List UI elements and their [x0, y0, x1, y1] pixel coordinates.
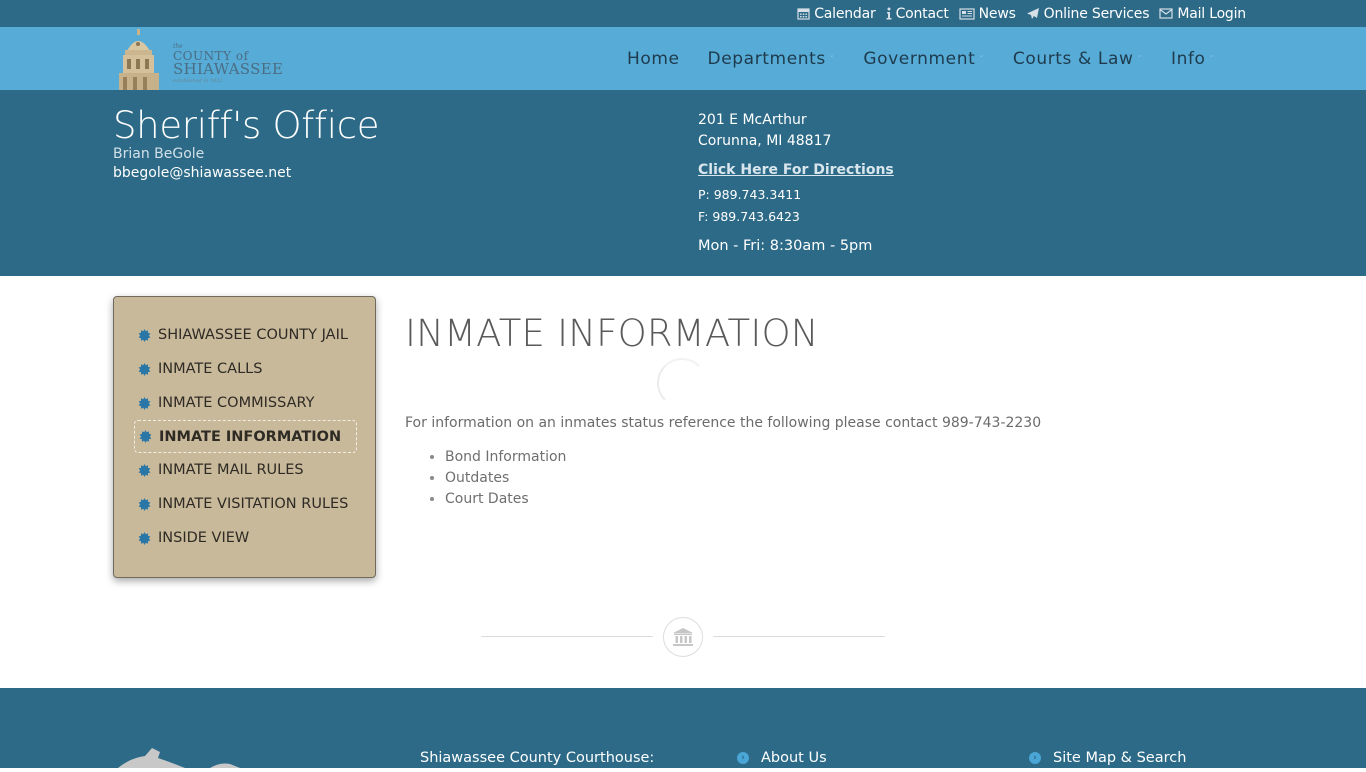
chevron-circle-right-icon: ›: [737, 752, 749, 764]
utility-links: Calendar Contact News Online Services Ma…: [797, 0, 1246, 27]
office-head-name: Brian BeGole: [113, 146, 205, 162]
page-title: INMATE INFORMATION: [405, 312, 819, 355]
utility-link-mail-login[interactable]: Mail Login: [1159, 6, 1246, 22]
utility-link-news[interactable]: News: [959, 6, 1016, 22]
utility-link-label: Online Services: [1043, 5, 1150, 22]
main-navbar: the COUNTY of SHIAWASSEE established in …: [0, 27, 1366, 90]
sidebar-item-label: SHIAWASSEE COUNTY JAIL: [158, 327, 348, 343]
sidebar-item-label: INMATE MAIL RULES: [158, 462, 304, 478]
divider-line-right: [713, 636, 885, 637]
newspaper-icon: [959, 7, 975, 20]
office-hours: Mon - Fri: 8:30am - 5pm: [698, 238, 873, 254]
footer-link-label: Site Map & Search: [1053, 750, 1187, 766]
nav-item-label: Home: [626, 48, 680, 69]
logo-text: the COUNTY of SHIAWASSEE established in …: [173, 44, 283, 84]
list-item: Court Dates: [445, 489, 566, 510]
chevron-down-icon: ⌄: [978, 50, 985, 59]
utility-link-label: Contact: [895, 5, 949, 22]
utility-link-online-services[interactable]: Online Services: [1026, 6, 1150, 22]
utility-bar: Calendar Contact News Online Services Ma…: [0, 0, 1366, 27]
contact-block: 201 E McArthur Corunna, MI 48817 Click H…: [698, 110, 894, 254]
sidebar-item-inmate-information[interactable]: INMATE INFORMATION: [134, 420, 357, 453]
envelope-icon: [1159, 8, 1173, 19]
address-line-2: Corunna, MI 48817: [698, 133, 832, 149]
nav-item-departments[interactable]: Departments ⌄: [694, 49, 850, 69]
chevron-down-icon: ⌄: [1208, 50, 1215, 59]
sidebar-item-inmate-visitation-rules[interactable]: INMATE VISITATION RULES: [114, 487, 357, 521]
footer: Shiawassee County Courthouse: › About Us…: [0, 688, 1366, 768]
footer-link-site-map-search[interactable]: › Site Map & Search: [1029, 750, 1186, 766]
phone-number: P: 989.743.3411: [698, 187, 802, 202]
calendar-icon: [797, 7, 810, 20]
sidebar-item-label: INMATE INFORMATION: [159, 428, 342, 445]
courthouse-icon: [673, 628, 693, 646]
fax-number: F: 989.743.6423: [698, 209, 800, 224]
bullet-burst-icon: [138, 362, 151, 376]
intro-text: For information on an inmates status ref…: [405, 415, 1042, 431]
footer-link-label: About Us: [761, 750, 827, 766]
bullet-burst-icon: [138, 328, 151, 342]
county-logo[interactable]: the COUNTY of SHIAWASSEE established in …: [113, 29, 283, 90]
paper-plane-icon: [1026, 7, 1040, 20]
nav-item-government[interactable]: Government ⌄: [849, 49, 999, 69]
michigan-map-icon: [110, 748, 250, 772]
address-line-1: 201 E McArthur: [698, 112, 807, 128]
utility-link-calendar[interactable]: Calendar: [797, 5, 876, 22]
nav-item-label: Departments: [707, 48, 826, 69]
nav-item-label: Info: [1170, 48, 1206, 69]
sidebar-item-inmate-calls[interactable]: INMATE CALLS: [114, 352, 357, 386]
chevron-down-icon: ⌄: [1136, 50, 1143, 59]
logo-line3: SHIAWASSEE: [173, 60, 284, 78]
chevron-down-icon: ⌄: [828, 50, 836, 59]
footer-courthouse-label: Shiawassee County Courthouse:: [420, 750, 655, 766]
sidebar-item-county-jail[interactable]: SHIAWASSEE COUNTY JAIL: [114, 318, 357, 352]
office-email-link[interactable]: bbegole@shiawassee.net: [113, 165, 291, 181]
utility-link-label: News: [978, 5, 1016, 22]
sidebar-item-label: INMATE CALLS: [158, 361, 263, 377]
chevron-circle-right-icon: ›: [1029, 752, 1041, 764]
sidebar-item-label: INSIDE VIEW: [158, 530, 250, 546]
nav-item-label: Courts & Law: [1012, 48, 1134, 69]
nav-item-info[interactable]: Info ⌄: [1157, 49, 1229, 69]
sidebar-item-label: INMATE VISITATION RULES: [158, 496, 349, 512]
nav-item-home[interactable]: Home: [613, 49, 694, 69]
courthouse-dome-icon: [113, 29, 171, 90]
bullet-burst-icon: [138, 463, 151, 477]
divider-badge: [663, 617, 703, 657]
logo-line4: established in 1822: [173, 78, 223, 84]
main-nav: Home Departments ⌄ Government ⌄ Courts &…: [613, 27, 1229, 90]
loading-spinner-icon: [657, 358, 707, 408]
office-title: Sheriff's Office: [113, 104, 380, 147]
sidebar-item-inmate-commissary[interactable]: INMATE COMMISSARY: [114, 386, 357, 420]
info-icon: [886, 7, 892, 20]
directions-link[interactable]: Click Here For Directions: [698, 162, 894, 178]
utility-link-label: Mail Login: [1177, 5, 1246, 22]
department-header: Sheriff's Office Brian BeGole bbegole@sh…: [0, 90, 1366, 276]
utility-link-contact[interactable]: Contact: [886, 6, 949, 22]
nav-item-label: Government: [863, 48, 976, 69]
sidebar-item-label: INMATE COMMISSARY: [158, 395, 315, 411]
nav-item-courts-law[interactable]: Courts & Law ⌄: [999, 49, 1157, 69]
sidebar-menu: SHIAWASSEE COUNTY JAIL INMATE CALLS INMA…: [113, 296, 376, 578]
footer-link-about-us[interactable]: › About Us: [737, 750, 827, 766]
bullet-burst-icon: [138, 531, 151, 545]
bullet-burst-icon: [138, 497, 151, 511]
sidebar-item-inside-view[interactable]: INSIDE VIEW: [114, 521, 357, 555]
bullet-burst-icon: [139, 430, 152, 443]
list-item: Outdates: [445, 468, 566, 489]
utility-link-label: Calendar: [814, 5, 876, 22]
divider-line-left: [481, 636, 653, 637]
bullet-burst-icon: [138, 396, 151, 410]
sidebar-item-inmate-mail-rules[interactable]: INMATE MAIL RULES: [114, 453, 357, 487]
list-item: Bond Information: [445, 447, 566, 468]
info-list: Bond Information Outdates Court Dates: [445, 447, 566, 510]
